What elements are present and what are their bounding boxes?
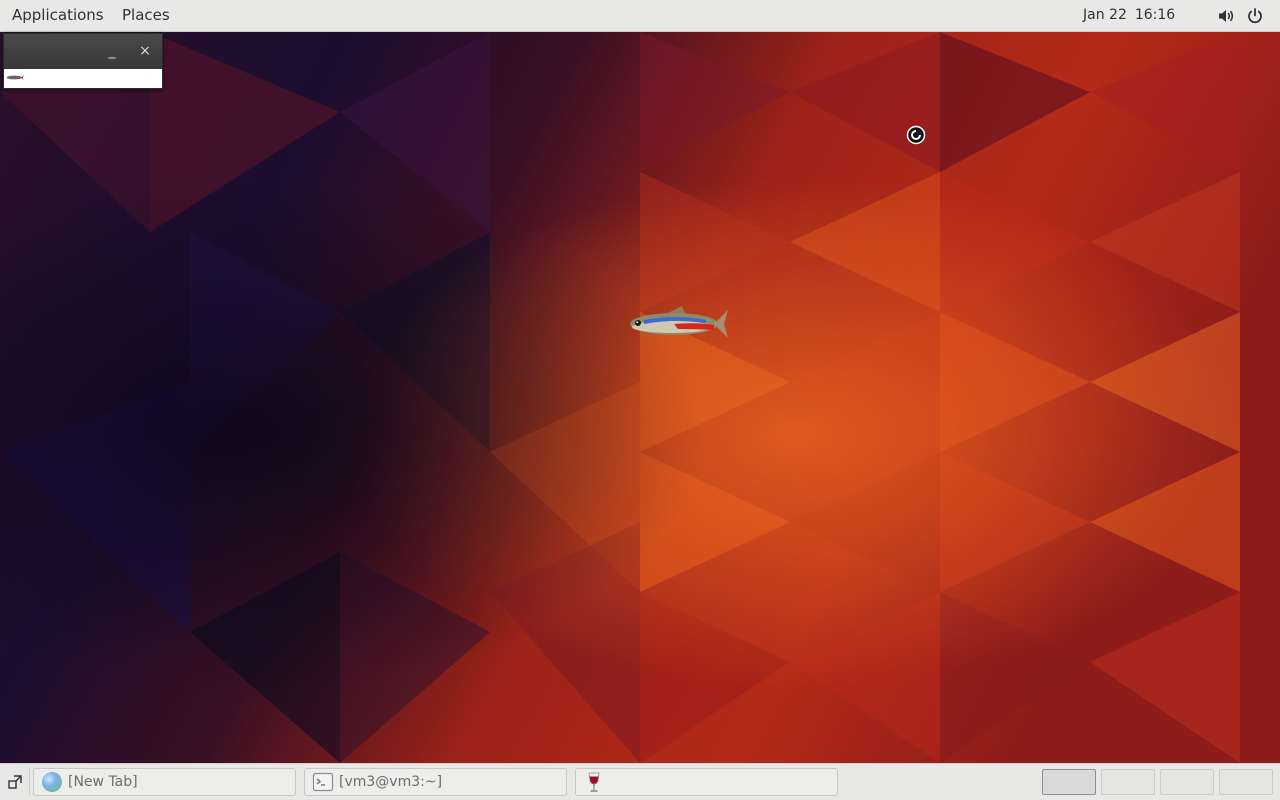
clock-date: Jan 22 — [1083, 7, 1127, 23]
panel-separator — [29, 768, 30, 796]
taskbar-item-wine[interactable] — [575, 768, 838, 796]
wallpaper — [0, 32, 1280, 763]
close-button[interactable]: × — [136, 42, 154, 60]
taskbar-item-label: [vm3@vm3:~] — [339, 774, 443, 790]
busy-cursor-icon — [906, 125, 926, 145]
fish-icon[interactable] — [626, 302, 730, 346]
workspace-3[interactable] — [1160, 769, 1214, 795]
terminal-icon — [312, 772, 334, 792]
show-desktop-icon — [8, 775, 22, 789]
wine-glass-icon — [588, 772, 600, 792]
clock-time: 16:16 — [1134, 7, 1176, 23]
workspace-1[interactable] — [1042, 769, 1096, 795]
bottom-panel: [New Tab] [vm3@vm3:~] — [0, 763, 1280, 800]
power-icon[interactable] — [1246, 7, 1264, 25]
taskbar-item-label: [New Tab] — [68, 774, 138, 790]
fish-icon — [6, 75, 24, 80]
desktop[interactable] — [0, 32, 1280, 763]
places-menu[interactable]: Places — [122, 0, 170, 31]
volume-icon[interactable] — [1217, 7, 1235, 25]
show-desktop-button[interactable] — [4, 768, 26, 796]
mini-window[interactable]: _ × — [3, 33, 163, 89]
workspace-4[interactable] — [1219, 769, 1273, 795]
minimize-button[interactable]: _ — [103, 42, 121, 60]
taskbar-item-new-tab[interactable]: [New Tab] — [33, 768, 296, 796]
top-panel: Applications Places Jan 22 16:16 — [0, 0, 1280, 32]
taskbar-item-terminal[interactable]: [vm3@vm3:~] — [304, 768, 567, 796]
browser-globe-icon — [42, 772, 62, 792]
clock[interactable]: Jan 22 16:16 — [1083, 0, 1175, 31]
window-titlebar[interactable]: _ × — [4, 34, 162, 69]
workspace-2[interactable] — [1101, 769, 1155, 795]
window-content — [4, 69, 162, 88]
applications-menu[interactable]: Applications — [12, 0, 104, 31]
